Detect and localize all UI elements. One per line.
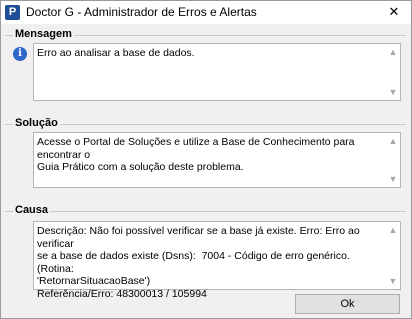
causa-textbox[interactable]: Descrição: Não foi possível verificar se… <box>33 221 401 300</box>
mensagem-scrollbar[interactable]: ▲ ▼ <box>386 44 400 100</box>
mensagem-textbox[interactable]: Erro ao analisar a base de dados. ▲ ▼ <box>33 43 401 101</box>
info-icon: i <box>13 47 27 61</box>
scroll-down-icon[interactable]: ▼ <box>388 87 398 97</box>
causa-group: Causa Descrição: Não foi possível verifi… <box>5 204 406 300</box>
mensagem-group: Mensagem i Erro ao analisar a base de da… <box>5 28 406 109</box>
mensagem-text: Erro ao analisar a base de dados. <box>37 47 195 59</box>
ok-button[interactable]: Ok <box>295 294 400 314</box>
solucao-label: Solução <box>13 117 60 129</box>
causa-text: Descrição: Não foi possível verificar se… <box>37 225 360 300</box>
app-logo-icon: P <box>5 5 20 20</box>
window-title: Doctor G - Administrador de Erros e Aler… <box>26 5 257 19</box>
scroll-up-icon[interactable]: ▲ <box>388 136 398 146</box>
scroll-down-icon[interactable]: ▼ <box>388 174 398 184</box>
mensagem-label: Mensagem <box>13 28 74 40</box>
title-bar[interactable]: P Doctor G - Administrador de Erros e Al… <box>1 1 411 24</box>
scroll-down-icon[interactable]: ▼ <box>388 276 398 286</box>
solucao-textbox[interactable]: Acesse o Portal de Soluções e utilize a … <box>33 132 401 188</box>
causa-label: Causa <box>13 204 51 216</box>
causa-scrollbar[interactable]: ▲ ▼ <box>386 222 400 289</box>
solucao-group: Solução Acesse o Portal de Soluções e ut… <box>5 117 406 197</box>
dialog-window: P Doctor G - Administrador de Erros e Al… <box>0 0 412 319</box>
solucao-text: Acesse o Portal de Soluções e utilize a … <box>37 136 355 173</box>
solucao-scrollbar[interactable]: ▲ ▼ <box>386 133 400 187</box>
close-button[interactable]: ✕ <box>377 1 411 24</box>
scroll-up-icon[interactable]: ▲ <box>388 47 398 57</box>
scroll-up-icon[interactable]: ▲ <box>388 225 398 235</box>
